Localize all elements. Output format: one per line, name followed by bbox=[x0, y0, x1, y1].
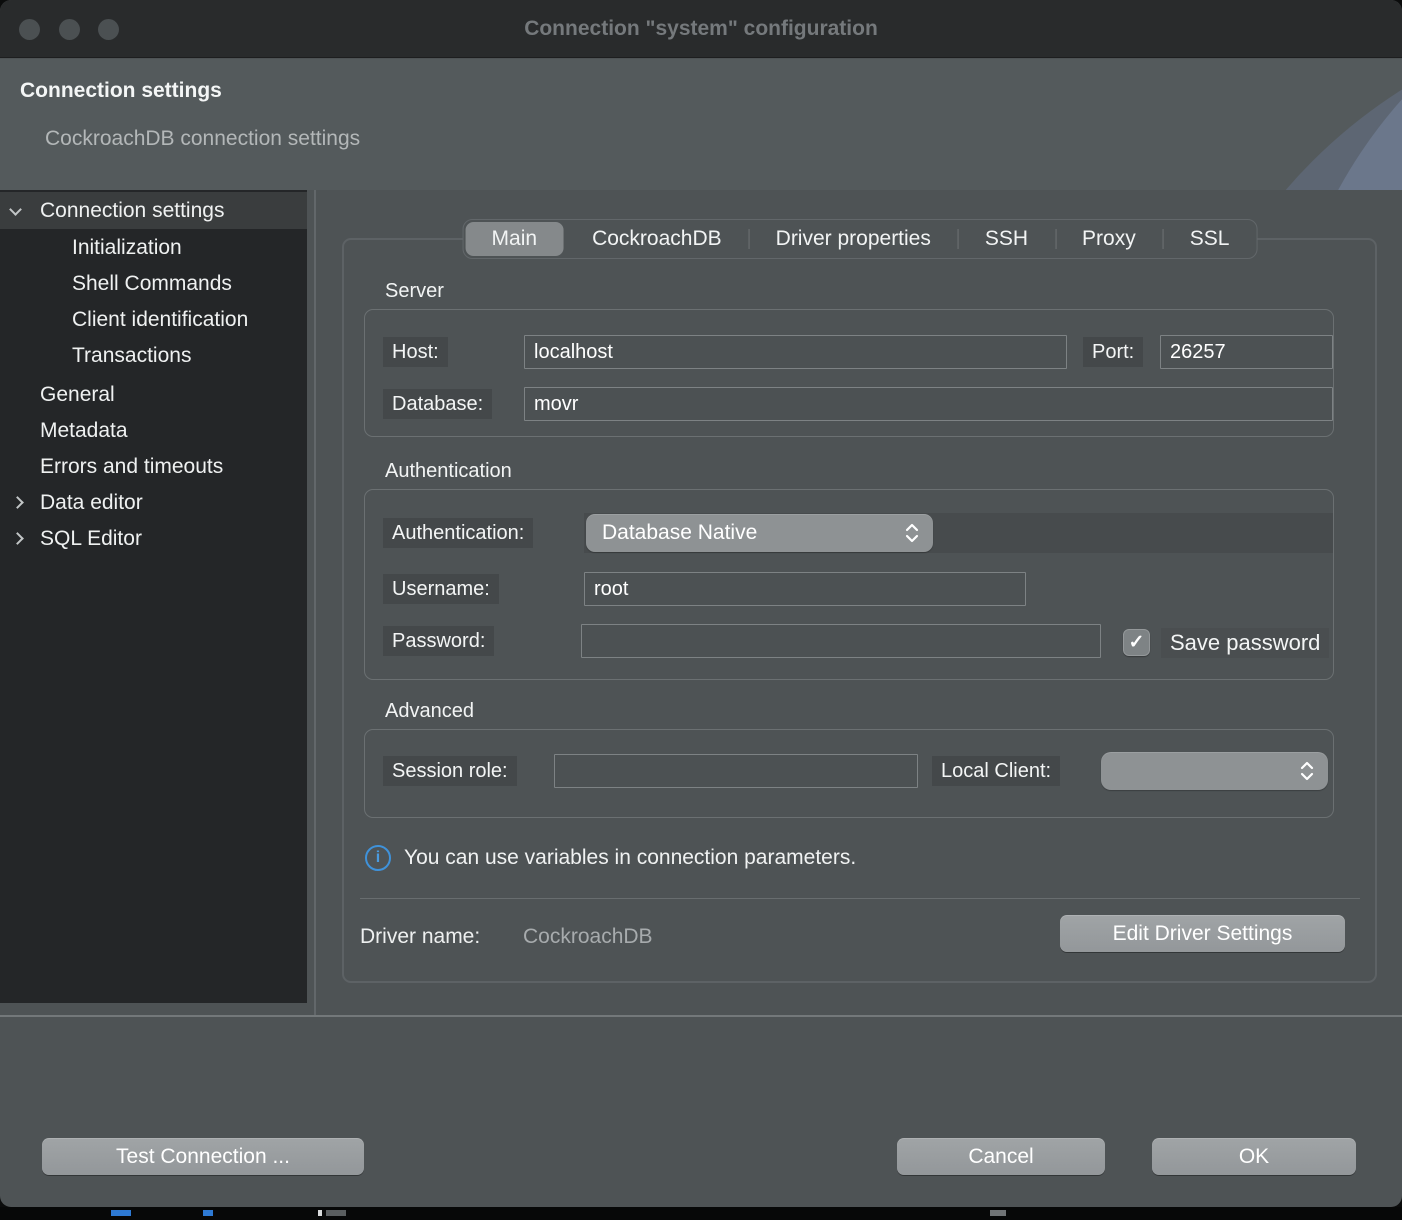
database-label: Database: bbox=[383, 389, 492, 419]
session-role-input[interactable] bbox=[554, 754, 918, 788]
sidebar-item-shell-commands[interactable]: Shell Commands bbox=[0, 265, 307, 302]
authentication-select[interactable]: Database Native bbox=[586, 514, 933, 552]
local-client-label: Local Client: bbox=[932, 756, 1060, 786]
window-title: Connection "system" configuration bbox=[0, 0, 1402, 58]
authentication-label: Authentication: bbox=[383, 518, 533, 548]
sidebar-item-errors-and-timeouts[interactable]: Errors and timeouts bbox=[0, 448, 307, 485]
desktop-fragment bbox=[318, 1210, 322, 1216]
sidebar-item-sql-editor[interactable]: SQL Editor bbox=[0, 520, 307, 557]
sidebar-item-metadata[interactable]: Metadata bbox=[0, 412, 307, 449]
host-label: Host: bbox=[383, 337, 448, 367]
port-input[interactable] bbox=[1160, 335, 1333, 369]
save-password-checkbox[interactable]: ✓ bbox=[1123, 629, 1150, 656]
sidebar-item-client-identification[interactable]: Client identification bbox=[0, 301, 307, 338]
local-client-select[interactable] bbox=[1101, 752, 1328, 790]
server-group: Host: Port: Database: bbox=[364, 309, 1334, 437]
advanced-group: Session role: Local Client: bbox=[364, 729, 1334, 818]
tab-main[interactable]: Main bbox=[466, 222, 564, 256]
password-input[interactable] bbox=[581, 624, 1101, 658]
authentication-section-label: Authentication bbox=[385, 460, 512, 483]
tab-ssl[interactable]: SSL bbox=[1163, 220, 1257, 258]
desktop-background bbox=[0, 1207, 1402, 1220]
desktop-fragment bbox=[111, 1210, 131, 1216]
test-connection-button[interactable]: Test Connection ... bbox=[42, 1138, 364, 1175]
save-password-label: Save password bbox=[1161, 628, 1329, 658]
tab-driver-properties[interactable]: Driver properties bbox=[749, 220, 958, 258]
page-title: Connection settings bbox=[20, 79, 222, 103]
authentication-group: Authentication: Database Native Username… bbox=[364, 489, 1334, 680]
footer-divider bbox=[0, 1015, 1402, 1017]
password-label: Password: bbox=[383, 626, 494, 656]
desktop-fragment bbox=[203, 1210, 213, 1216]
chevron-right-icon bbox=[11, 532, 24, 545]
page-subtitle: CockroachDB connection settings bbox=[45, 127, 360, 151]
server-section-label: Server bbox=[385, 280, 444, 303]
username-label: Username: bbox=[383, 574, 499, 604]
title-bar: Connection "system" configuration bbox=[0, 0, 1402, 58]
tab-ssh[interactable]: SSH bbox=[958, 220, 1055, 258]
cancel-button[interactable]: Cancel bbox=[897, 1138, 1105, 1175]
sidebar-item-label: Connection settings bbox=[40, 199, 224, 222]
sidebar-item-data-editor[interactable]: Data editor bbox=[0, 484, 307, 521]
connection-configuration-dialog: Connection "system" configuration Connec… bbox=[0, 0, 1402, 1207]
edit-driver-settings-button[interactable]: Edit Driver Settings bbox=[1060, 915, 1345, 952]
driver-name-value: CockroachDB bbox=[523, 925, 653, 949]
username-input[interactable] bbox=[584, 572, 1026, 606]
info-icon: i bbox=[365, 845, 391, 871]
driver-divider bbox=[360, 898, 1360, 899]
database-input[interactable] bbox=[524, 387, 1333, 421]
sidebar-sash[interactable] bbox=[314, 190, 316, 1015]
driver-name-label: Driver name: bbox=[360, 925, 480, 949]
ok-button[interactable]: OK bbox=[1152, 1138, 1356, 1175]
host-input[interactable] bbox=[524, 335, 1067, 369]
header-swoosh-decoration bbox=[932, 59, 1402, 190]
tab-proxy[interactable]: Proxy bbox=[1055, 220, 1163, 258]
tab-bar: Main CockroachDB Driver properties SSH P… bbox=[463, 219, 1258, 259]
session-role-label: Session role: bbox=[383, 756, 517, 786]
chevron-down-icon bbox=[9, 203, 22, 216]
sidebar-item-transactions[interactable]: Transactions bbox=[0, 337, 307, 374]
updown-chevron-icon bbox=[905, 522, 919, 544]
settings-tree: Connection settings Initialization Shell… bbox=[0, 190, 307, 1003]
updown-chevron-icon bbox=[1300, 760, 1314, 782]
port-label: Port: bbox=[1083, 337, 1143, 367]
info-message: You can use variables in connection para… bbox=[404, 846, 856, 870]
advanced-section-label: Advanced bbox=[385, 700, 474, 723]
chevron-right-icon bbox=[11, 496, 24, 509]
sidebar-item-connection-settings[interactable]: Connection settings bbox=[0, 192, 307, 229]
sidebar-item-initialization[interactable]: Initialization bbox=[0, 229, 307, 266]
tab-cockroachdb[interactable]: CockroachDB bbox=[565, 220, 749, 258]
sidebar-item-general[interactable]: General bbox=[0, 376, 307, 413]
desktop-fragment bbox=[326, 1210, 346, 1216]
desktop-fragment bbox=[990, 1210, 1006, 1216]
dialog-header: Connection settings CockroachDB connecti… bbox=[0, 59, 1402, 190]
